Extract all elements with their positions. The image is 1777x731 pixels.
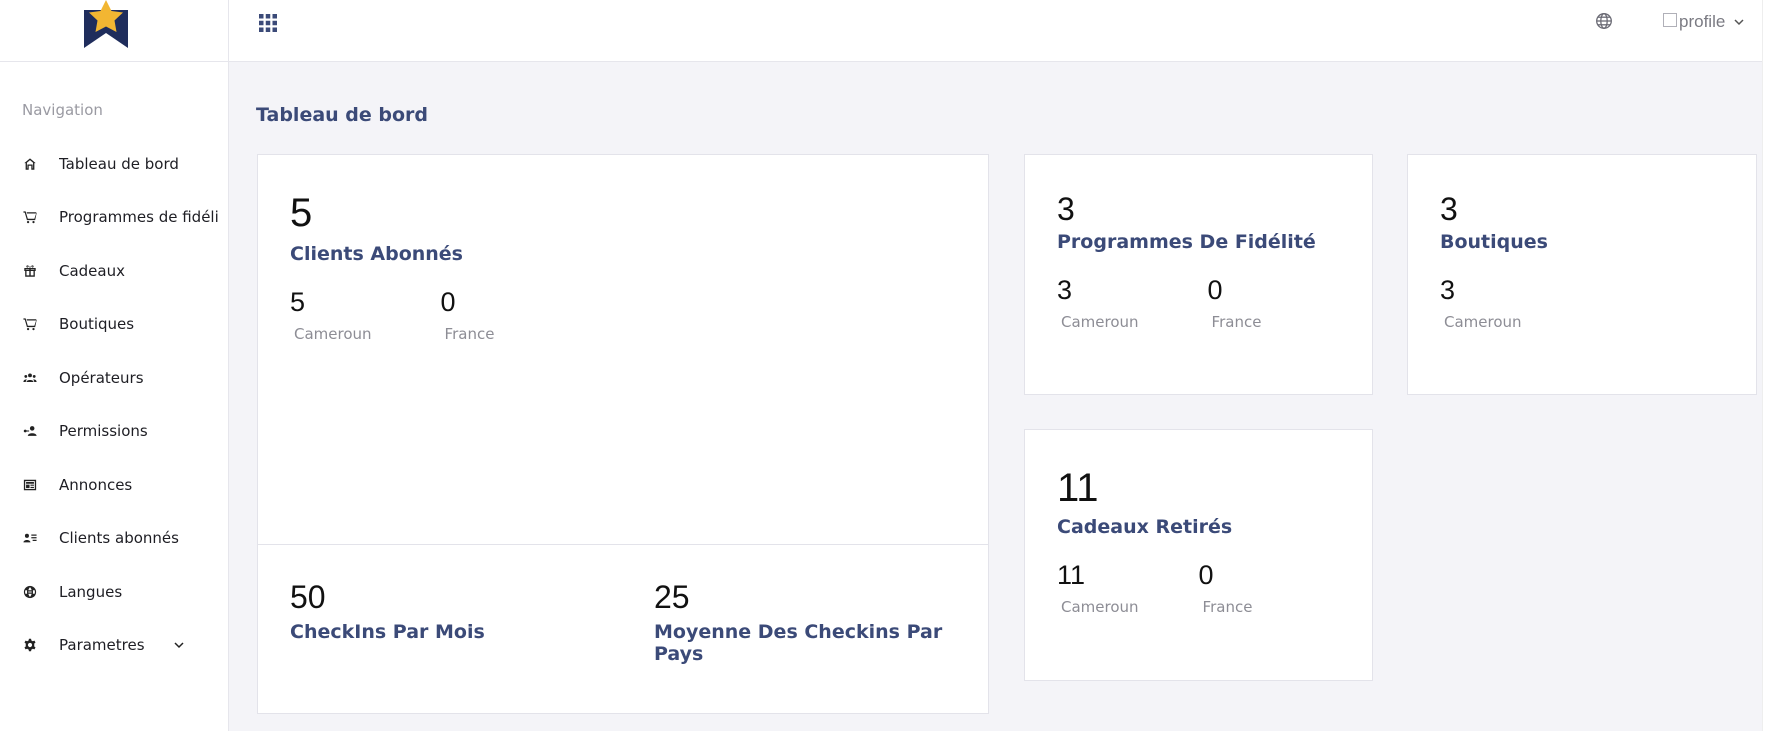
sidebar-item-label: Annonces [59, 475, 133, 494]
newspaper-icon [22, 477, 38, 493]
topbar: profile [229, 0, 1777, 62]
globe-icon [22, 584, 38, 600]
boutiques-count: 3 [1440, 191, 1458, 227]
clients-title: Clients Abonnés [290, 243, 463, 265]
sidebar-item-operators[interactable]: Opérateurs [0, 351, 229, 405]
clients-count: 5 [290, 191, 313, 235]
sidebar-item-label: Opérateurs [59, 368, 144, 387]
country-count: 5 [290, 287, 306, 317]
country-label: Cameroun [1061, 598, 1139, 616]
sidebar-item-permissions[interactable]: Permissions [0, 405, 229, 459]
clients-card: 5 Clients Abonnés 5 Cameroun 0 France [257, 154, 989, 545]
country-count: 11 [1057, 560, 1086, 590]
sidebar-item-label: Parametres [59, 636, 145, 655]
country-label: Cameroun [1061, 313, 1139, 331]
sidebar-item-loyalty-programs[interactable]: Programmes de fidélité [0, 191, 229, 245]
country-count: 3 [1057, 275, 1073, 305]
cadeaux-card: 11 Cadeaux Retirés 11 Cameroun 0 France [1024, 429, 1373, 681]
average-stat: 25 Moyenne Des Checkins Par Pays [654, 581, 988, 665]
sidebar-item-languages[interactable]: Langues [0, 565, 229, 619]
clients-breakdown: 5 Cameroun 0 France [290, 287, 530, 344]
country-count: 0 [1198, 560, 1214, 590]
country-stat: 11 Cameroun [1057, 560, 1139, 617]
country-stat: 3 Cameroun [1440, 275, 1522, 332]
programmes-breakdown: 3 Cameroun 0 France [1057, 275, 1316, 332]
programmes-title: Programmes De Fidélité [1057, 231, 1316, 253]
profile-image-alt: profile [1679, 12, 1726, 31]
cart-icon [22, 209, 38, 225]
country-stat: 0 France [440, 287, 495, 344]
cadeaux-count: 11 [1057, 466, 1099, 510]
chevron-down-icon[interactable] [1733, 16, 1745, 28]
chevron-down-icon[interactable] [173, 639, 185, 651]
nav-heading: Navigation [22, 101, 103, 119]
boutiques-title: Boutiques [1440, 231, 1548, 253]
sidebar-item-shops[interactable]: Boutiques [0, 298, 229, 352]
sidebar-item-settings[interactable]: Parametres [0, 619, 229, 673]
country-label: France [1202, 598, 1253, 616]
sidebar: Navigation Tableau de bord Programmes de… [0, 0, 229, 731]
sidebar-item-dashboard[interactable]: Tableau de bord [0, 137, 229, 191]
country-label: Cameroun [294, 325, 372, 343]
sidebar-item-subscribed-clients[interactable]: Clients abonnés [0, 512, 229, 566]
cart-icon [22, 316, 38, 332]
average-count: 25 [654, 579, 690, 615]
home-icon [22, 156, 38, 172]
sidebar-item-label: Cadeaux [59, 261, 125, 280]
sidebar-item-label: Tableau de bord [59, 154, 179, 173]
profile-menu[interactable]: profile [1663, 6, 1745, 38]
checkins-stat: 50 CheckIns Par Mois [290, 581, 485, 643]
brand-logo[interactable] [81, 0, 131, 50]
sidebar-item-label: Programmes de fidélité [59, 208, 218, 227]
country-label: France [444, 325, 495, 343]
country-label: France [1211, 313, 1262, 331]
checkins-title: CheckIns Par Mois [290, 621, 485, 643]
country-stat: 3 Cameroun [1057, 275, 1139, 332]
person-list-icon [22, 530, 38, 546]
group-icon [22, 370, 38, 386]
country-count: 0 [440, 287, 456, 317]
apps-grid-icon[interactable] [258, 13, 278, 33]
sidebar-item-label: Permissions [59, 422, 148, 441]
country-label: Cameroun [1444, 313, 1522, 331]
checkins-count: 50 [290, 579, 326, 615]
country-count: 0 [1207, 275, 1223, 305]
page-title: Tableau de bord [256, 104, 429, 126]
programmes-card: 3 Programmes De Fidélité 3 Cameroun 0 Fr… [1024, 154, 1373, 395]
logo-area [0, 0, 228, 62]
broken-image-icon [1663, 13, 1677, 27]
sidebar-item-label: Boutiques [59, 315, 135, 334]
language-globe-icon[interactable] [1595, 12, 1613, 30]
country-count: 3 [1440, 275, 1456, 305]
gear-icon [22, 637, 38, 653]
cadeaux-title: Cadeaux Retirés [1057, 516, 1233, 538]
sidebar-item-label: Clients abonnés [59, 529, 179, 548]
gift-icon [22, 263, 38, 279]
sidebar-item-label: Langues [59, 582, 123, 601]
boutiques-card: 3 Boutiques 3 Cameroun [1407, 154, 1757, 395]
sidebar-nav: Tableau de bord Programmes de fidélité C… [0, 137, 229, 672]
boutiques-breakdown: 3 Cameroun [1440, 275, 1558, 332]
country-stat: 5 Cameroun [290, 287, 372, 344]
average-title: Moyenne Des Checkins Par Pays [654, 621, 943, 665]
programmes-count: 3 [1057, 191, 1075, 227]
cadeaux-breakdown: 11 Cameroun 0 France [1057, 560, 1288, 617]
sidebar-item-announcements[interactable]: Annonces [0, 458, 229, 512]
checkins-card: 50 CheckIns Par Mois 25 Moyenne Des Chec… [257, 544, 989, 714]
page-scrollbar[interactable] [1762, 0, 1777, 731]
sidebar-item-gifts[interactable]: Cadeaux [0, 244, 229, 298]
person-key-icon [22, 423, 38, 439]
country-stat: 0 France [1207, 275, 1262, 332]
country-stat: 0 France [1198, 560, 1253, 617]
